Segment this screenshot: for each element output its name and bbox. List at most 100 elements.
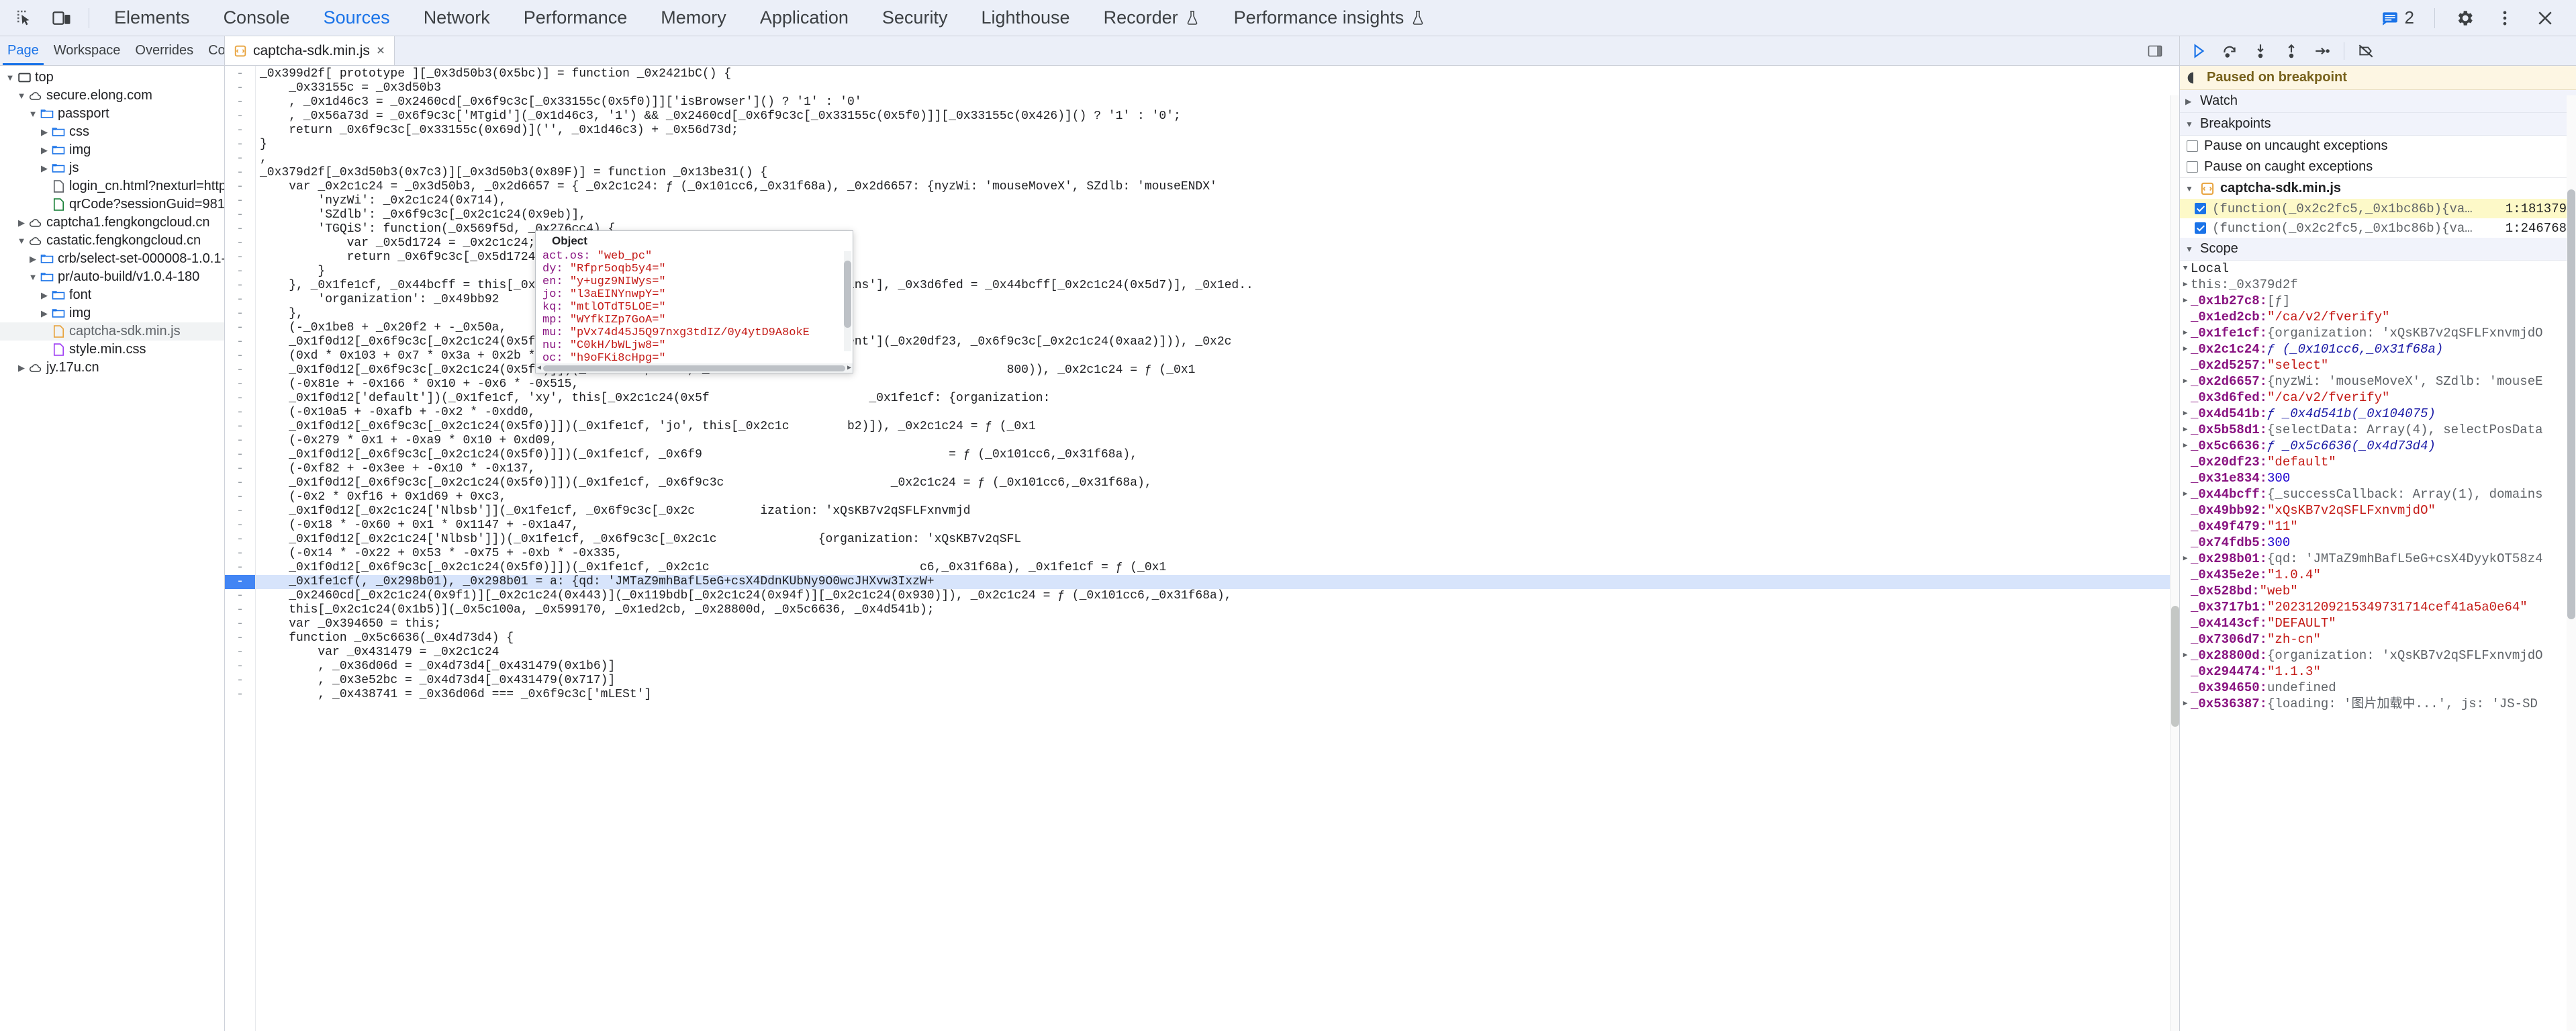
- gutter-mark[interactable]: -: [225, 321, 255, 335]
- nav-tab-workspace[interactable]: Workspace: [46, 36, 128, 65]
- code-viewer[interactable]: ----------------------------------------…: [225, 66, 2179, 1031]
- scope-entry-row[interactable]: ▶ this: _0x379d2f: [2180, 277, 2576, 293]
- gutter-mark[interactable]: -: [225, 420, 255, 434]
- chevron-right-icon[interactable]: ▶: [38, 309, 50, 318]
- chevron-right-icon[interactable]: ▶: [38, 146, 50, 154]
- chevron-down-icon[interactable]: ▼: [15, 91, 28, 100]
- gutter-mark[interactable]: -: [225, 406, 255, 420]
- gutter-mark[interactable]: -: [225, 392, 255, 406]
- scope-entry-row[interactable]: ▶ _0x298b01: {qd: 'JMTaZ9mhBafL5eG+csX4Dy…: [2180, 551, 2576, 567]
- tab-sources[interactable]: Sources: [307, 0, 407, 36]
- kebab-menu-icon[interactable]: [2486, 3, 2524, 34]
- step-icon[interactable]: [2309, 39, 2336, 63]
- gutter-mark[interactable]: -: [225, 631, 255, 645]
- file-tree-row[interactable]: ▶login_cn.html?nexturl=https://www.elong…: [0, 177, 224, 195]
- gutter-mark[interactable]: -: [225, 363, 255, 377]
- editor-vertical-scrollbar[interactable]: [2170, 95, 2179, 1031]
- editor-vertical-thumb[interactable]: [2171, 606, 2179, 727]
- gutter-mark[interactable]: -: [225, 208, 255, 222]
- gutter-mark[interactable]: -: [225, 504, 255, 519]
- gutter-mark[interactable]: -: [225, 180, 255, 194]
- watch-section-header[interactable]: ▶ Watch: [2180, 90, 2576, 113]
- gutter-mark[interactable]: -: [225, 67, 255, 81]
- gutter-mark[interactable]: -: [225, 251, 255, 265]
- scope-entry-row[interactable]: _0x4143cf: "DEFAULT": [2180, 615, 2576, 631]
- popover-horizontal-scrollbar[interactable]: ◀ ▶: [536, 363, 853, 373]
- gutter-mark[interactable]: -: [225, 603, 255, 617]
- scope-entry-row[interactable]: _0x49f479: "11": [2180, 519, 2576, 535]
- file-tree-row[interactable]: ▼ secure.elong.com: [0, 87, 224, 105]
- gutter-mark[interactable]: -: [225, 166, 255, 180]
- chevron-right-icon[interactable]: ▶: [2180, 373, 2191, 390]
- gutter-mark[interactable]: -: [225, 490, 255, 504]
- scope-entry-row[interactable]: _0x31e834: 300: [2180, 470, 2576, 486]
- chevron-right-icon[interactable]: ▶: [2180, 341, 2191, 357]
- scope-entry-row[interactable]: ▶ _0x1b27c8: [ƒ]: [2180, 293, 2576, 309]
- tab-security[interactable]: Security: [865, 0, 965, 36]
- tab-performance-insights[interactable]: Performance insights: [1217, 0, 1443, 36]
- scope-entry-row[interactable]: _0x1ed2cb: "/ca/v2/fverify": [2180, 309, 2576, 325]
- file-tree-row[interactable]: ▶ captcha1.fengkongcloud.cn: [0, 214, 224, 232]
- scroll-left-icon[interactable]: ◀: [537, 362, 541, 375]
- chevron-right-icon[interactable]: ▶: [38, 291, 50, 300]
- chevron-right-icon[interactable]: ▶: [2180, 325, 2191, 341]
- nav-tab-content-scripts[interactable]: Content scripts: [201, 36, 224, 65]
- chevron-right-icon[interactable]: ▶: [2180, 406, 2191, 422]
- step-out-icon[interactable]: [2278, 39, 2305, 63]
- chevron-right-icon[interactable]: ▶: [2180, 551, 2191, 567]
- chevron-right-icon[interactable]: ▶: [2180, 293, 2191, 309]
- chevron-right-icon[interactable]: ▶: [2180, 647, 2191, 664]
- scope-entry-row[interactable]: _0x3717b1: "20231209215349731714cef41a5a…: [2180, 599, 2576, 615]
- close-icon[interactable]: ×: [377, 43, 385, 59]
- gutter-mark[interactable]: -: [225, 645, 255, 660]
- chevron-right-icon[interactable]: ▶: [2180, 438, 2191, 454]
- file-tree-row[interactable]: ▶ font: [0, 286, 224, 304]
- nav-tab-overrides[interactable]: Overrides: [128, 36, 201, 65]
- file-tree-row[interactable]: ▶ img: [0, 304, 224, 322]
- message-count-chip[interactable]: 2: [2372, 3, 2424, 34]
- chevron-right-icon[interactable]: ▶: [38, 164, 50, 173]
- file-tree-row[interactable]: ▶captcha-sdk.min.js: [0, 322, 224, 341]
- gutter-mark[interactable]: -: [225, 533, 255, 547]
- scope-entry-row[interactable]: _0x294474: "1.1.3": [2180, 664, 2576, 680]
- file-tree-row[interactable]: ▼ castatic.fengkongcloud.cn: [0, 232, 224, 250]
- file-tree-row[interactable]: ▼ passport: [0, 105, 224, 123]
- scope-entry-row[interactable]: _0x3d6fed: "/ca/v2/fverify": [2180, 390, 2576, 406]
- pause-uncaught-checkbox[interactable]: [2187, 140, 2198, 152]
- popover-vertical-thumb[interactable]: [844, 261, 851, 328]
- scope-entry-row[interactable]: ▶ _0x2c1c24: ƒ (_0x101cc6,_0x31f68a): [2180, 341, 2576, 357]
- scope-section-header[interactable]: ▼ Scope: [2180, 238, 2576, 261]
- gutter-mark[interactable]: -: [225, 81, 255, 95]
- editor-tab-captcha-sdk[interactable]: captcha-sdk.min.js ×: [225, 36, 395, 65]
- tab-application[interactable]: Application: [743, 0, 865, 36]
- code-content[interactable]: _0x399d2f[ prototype ][_0x3d50b3(0x5bc)]…: [256, 66, 2179, 1031]
- file-tree-row[interactable]: ▶ jy.17u.cn: [0, 359, 224, 377]
- chevron-right-icon[interactable]: ▶: [15, 363, 28, 372]
- popover-horizontal-thumb[interactable]: [543, 365, 845, 371]
- file-tree-row[interactable]: ▼ top: [0, 69, 224, 87]
- gutter-mark[interactable]: -: [225, 335, 255, 349]
- step-over-icon[interactable]: [2216, 39, 2243, 63]
- gutter-mark[interactable]: -: [225, 152, 255, 166]
- gutter-mark[interactable]: -: [225, 194, 255, 208]
- gutter-mark[interactable]: -: [225, 307, 255, 321]
- popover-vertical-scrollbar[interactable]: [844, 251, 851, 351]
- chevron-down-icon[interactable]: ▼: [4, 73, 16, 82]
- step-into-icon[interactable]: [2247, 39, 2274, 63]
- file-tree-row[interactable]: ▶qrCode?sessionGuid=9819aa89-26eb-4906-8…: [0, 195, 224, 214]
- scope-entry-row[interactable]: ▶ _0x4d541b: ƒ _0x4d541b(_0x104075): [2180, 406, 2576, 422]
- scope-entry-row[interactable]: _0x528bd: "web": [2180, 583, 2576, 599]
- scope-entry-row[interactable]: ▶ _0x5b58d1: {selectData: Array(4), selec…: [2180, 422, 2576, 438]
- inspect-cursor-icon[interactable]: [5, 3, 43, 34]
- gutter-mark[interactable]: -: [225, 617, 255, 631]
- tab-elements[interactable]: Elements: [97, 0, 207, 36]
- file-tree-row[interactable]: ▶ img: [0, 141, 224, 159]
- chevron-right-icon[interactable]: ▶: [2180, 696, 2191, 712]
- gutter-mark[interactable]: -: [225, 660, 255, 674]
- gutter-mark[interactable]: -: [225, 222, 255, 236]
- file-tree-row[interactable]: ▼ pr/auto-build/v1.0.4-180: [0, 268, 224, 286]
- file-tree-row[interactable]: ▶style.min.css: [0, 341, 224, 359]
- gear-icon[interactable]: [2446, 3, 2483, 34]
- gutter-mark[interactable]: -: [225, 293, 255, 307]
- scope-entry-row[interactable]: ▶ _0x5c6636: ƒ _0x5c6636(_0x4d73d4): [2180, 438, 2576, 454]
